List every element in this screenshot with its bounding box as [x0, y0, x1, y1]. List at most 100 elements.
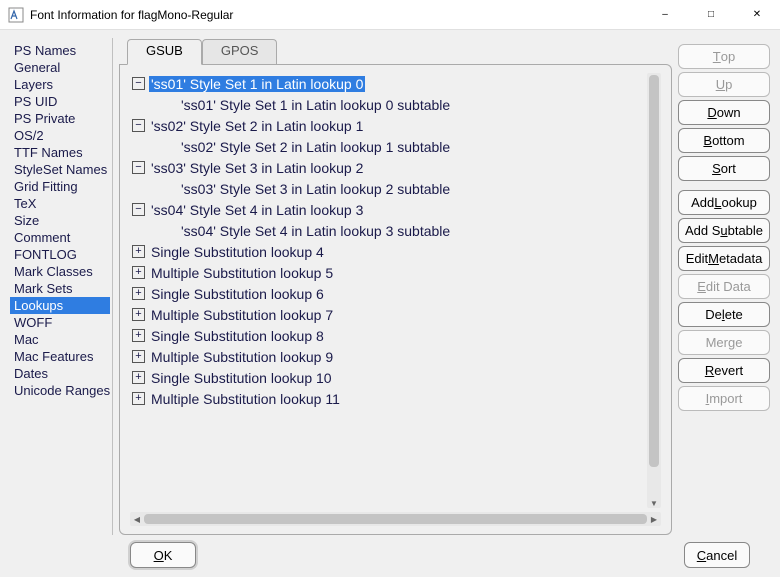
tree-row-label: Single Substitution lookup 8	[149, 328, 326, 344]
tree-row[interactable]: + Multiple Substitution lookup 5	[130, 262, 643, 283]
delete-button[interactable]: Delete	[678, 302, 770, 327]
tree-row-label: Single Substitution lookup 10	[149, 370, 334, 386]
expand-icon[interactable]: +	[132, 308, 145, 321]
tree-row[interactable]: + Single Substitution lookup 6	[130, 283, 643, 304]
hscroll-thumb[interactable]	[144, 514, 647, 524]
tree-row[interactable]: −'ss01' Style Set 1 in Latin lookup 0	[130, 73, 643, 94]
sidebar-item[interactable]: FONTLOG	[10, 246, 110, 263]
tree-row-label: 'ss02' Style Set 2 in Latin lookup 1 sub…	[179, 139, 452, 155]
sort-button[interactable]: Sort	[678, 156, 770, 181]
close-button[interactable]: ✕	[734, 0, 780, 29]
tree-row-label: 'ss03' Style Set 3 in Latin lookup 2	[149, 160, 365, 176]
collapse-icon[interactable]: −	[132, 203, 145, 216]
expand-icon[interactable]: +	[132, 371, 145, 384]
top-button[interactable]: Top	[678, 44, 770, 69]
collapse-icon[interactable]: −	[132, 161, 145, 174]
tree-row[interactable]: −'ss04' Style Set 4 in Latin lookup 3	[130, 199, 643, 220]
import-button[interactable]: Import	[678, 386, 770, 411]
titlebar: Font Information for flagMono-Regular ‒ …	[0, 0, 780, 30]
lookup-tree[interactable]: −'ss01' Style Set 1 in Latin lookup 0'ss…	[130, 73, 643, 508]
add-lookup-button[interactable]: Add Lookup	[678, 190, 770, 215]
main-panel: GSUBGPOS −'ss01' Style Set 1 in Latin lo…	[119, 38, 672, 535]
tree-row[interactable]: −'ss03' Style Set 3 in Latin lookup 2	[130, 157, 643, 178]
vertical-scrollbar[interactable]: ▲ ▼	[647, 73, 661, 508]
window-title: Font Information for flagMono-Regular	[30, 8, 642, 22]
tree-row[interactable]: + Single Substitution lookup 10	[130, 367, 643, 388]
sidebar-item[interactable]: Unicode Ranges	[10, 382, 110, 399]
tree-row-label: 'ss04' Style Set 4 in Latin lookup 3 sub…	[179, 223, 452, 239]
sidebar-item[interactable]: PS Private	[10, 110, 110, 127]
sidebar-item[interactable]: Mark Classes	[10, 263, 110, 280]
horizontal-scrollbar[interactable]: ◀ ▶	[130, 512, 661, 526]
tree-row[interactable]: 'ss02' Style Set 2 in Latin lookup 1 sub…	[130, 136, 643, 157]
sidebar-item[interactable]: Size	[10, 212, 110, 229]
tree-row[interactable]: 'ss01' Style Set 1 in Latin lookup 0 sub…	[130, 94, 643, 115]
tabs: GSUBGPOS	[127, 38, 672, 64]
tree-row-label: Multiple Substitution lookup 5	[149, 265, 335, 281]
sidebar-item[interactable]: Grid Fitting	[10, 178, 110, 195]
scroll-right-icon[interactable]: ▶	[647, 512, 661, 526]
sidebar-item[interactable]: WOFF	[10, 314, 110, 331]
tab-gsub[interactable]: GSUB	[127, 39, 202, 65]
sidebar-item[interactable]: OS/2	[10, 127, 110, 144]
tree-row-label: 'ss03' Style Set 3 in Latin lookup 2 sub…	[179, 181, 452, 197]
scroll-left-icon[interactable]: ◀	[130, 512, 144, 526]
sidebar-item[interactable]: Layers	[10, 76, 110, 93]
footer: OK Cancel	[0, 535, 780, 575]
tree-row[interactable]: + Multiple Substitution lookup 11	[130, 388, 643, 409]
vscroll-thumb[interactable]	[649, 75, 659, 467]
expand-icon[interactable]: +	[132, 329, 145, 342]
cancel-button[interactable]: Cancel	[684, 542, 750, 568]
tree-row-label: Multiple Substitution lookup 7	[149, 307, 335, 323]
tab-panel: −'ss01' Style Set 1 in Latin lookup 0'ss…	[119, 64, 672, 535]
expand-icon[interactable]: +	[132, 392, 145, 405]
expand-icon[interactable]: +	[132, 287, 145, 300]
sidebar-separator	[112, 38, 113, 535]
tree-row[interactable]: + Multiple Substitution lookup 9	[130, 346, 643, 367]
window-controls: ‒ □ ✕	[642, 0, 780, 29]
lookup-tree-wrap: −'ss01' Style Set 1 in Latin lookup 0'ss…	[126, 73, 665, 508]
merge-button[interactable]: Merge	[678, 330, 770, 355]
expand-icon[interactable]: +	[132, 266, 145, 279]
tab-gpos[interactable]: GPOS	[202, 39, 278, 65]
minimize-button[interactable]: ‒	[642, 0, 688, 29]
sidebar-item[interactable]: Mac Features	[10, 348, 110, 365]
sidebar: PS NamesGeneralLayersPS UIDPS PrivateOS/…	[10, 38, 110, 535]
sidebar-item[interactable]: Mac	[10, 331, 110, 348]
collapse-icon[interactable]: −	[132, 119, 145, 132]
add-subtable-button[interactable]: Add Subtable	[678, 218, 770, 243]
scroll-down-icon[interactable]: ▼	[647, 496, 661, 508]
expand-icon[interactable]: +	[132, 245, 145, 258]
tree-row[interactable]: −'ss02' Style Set 2 in Latin lookup 1	[130, 115, 643, 136]
ok-button[interactable]: OK	[130, 542, 196, 568]
sidebar-item[interactable]: StyleSet Names	[10, 161, 110, 178]
tree-row-label: 'ss01' Style Set 1 in Latin lookup 0	[149, 76, 365, 92]
sidebar-item[interactable]: Comment	[10, 229, 110, 246]
tree-row[interactable]: 'ss04' Style Set 4 in Latin lookup 3 sub…	[130, 220, 643, 241]
tree-row[interactable]: + Multiple Substitution lookup 7	[130, 304, 643, 325]
revert-button[interactable]: Revert	[678, 358, 770, 383]
edit-metadata-button[interactable]: Edit Metadata	[678, 246, 770, 271]
sidebar-item[interactable]: Dates	[10, 365, 110, 382]
up-button[interactable]: Up	[678, 72, 770, 97]
edit-data-button[interactable]: Edit Data	[678, 274, 770, 299]
tree-row-label: Multiple Substitution lookup 11	[149, 391, 342, 407]
sidebar-item[interactable]: General	[10, 59, 110, 76]
expand-icon[interactable]: +	[132, 350, 145, 363]
bottom-button[interactable]: Bottom	[678, 128, 770, 153]
tree-row[interactable]: 'ss03' Style Set 3 in Latin lookup 2 sub…	[130, 178, 643, 199]
sidebar-item[interactable]: Lookups	[10, 297, 110, 314]
app-icon	[8, 7, 24, 23]
maximize-button[interactable]: □	[688, 0, 734, 29]
sidebar-item[interactable]: PS Names	[10, 42, 110, 59]
sidebar-item[interactable]: TeX	[10, 195, 110, 212]
sidebar-item[interactable]: PS UID	[10, 93, 110, 110]
sidebar-item[interactable]: TTF Names	[10, 144, 110, 161]
tree-row-label: Multiple Substitution lookup 9	[149, 349, 335, 365]
down-button[interactable]: Down	[678, 100, 770, 125]
tree-row[interactable]: +Single Substitution lookup 4	[130, 241, 643, 262]
tree-row-label: Single Substitution lookup 6	[149, 286, 326, 302]
tree-row[interactable]: + Single Substitution lookup 8	[130, 325, 643, 346]
sidebar-item[interactable]: Mark Sets	[10, 280, 110, 297]
collapse-icon[interactable]: −	[132, 77, 145, 90]
